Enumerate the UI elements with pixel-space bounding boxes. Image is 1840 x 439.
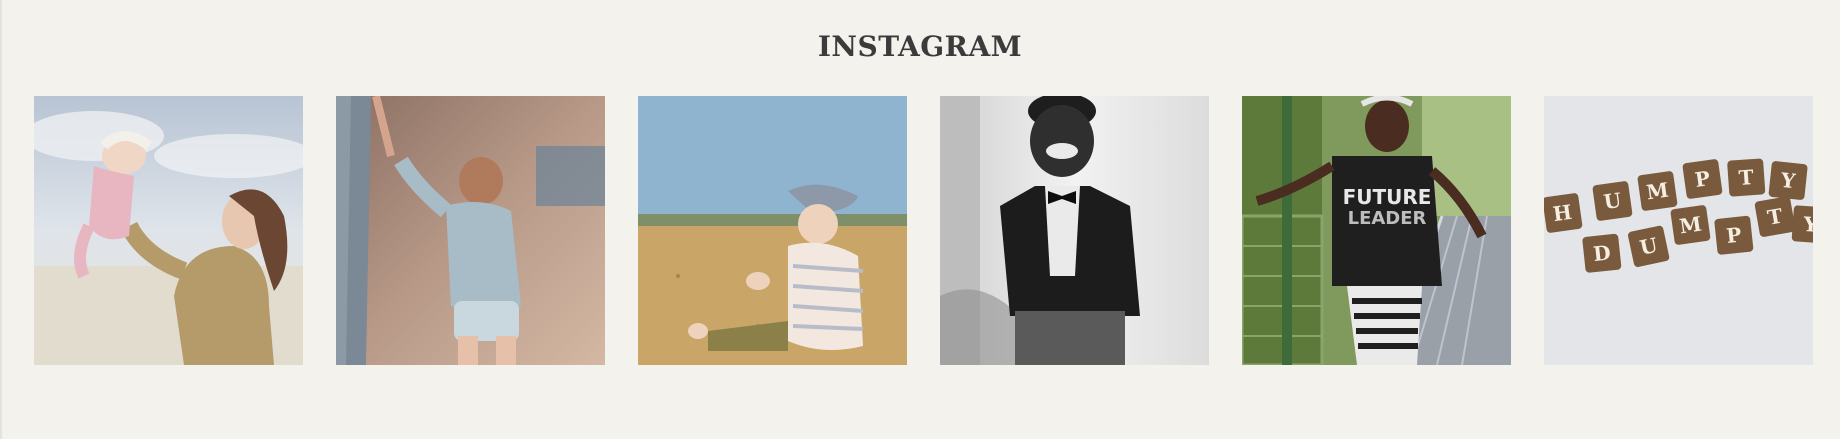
tile-letter: T bbox=[1738, 165, 1755, 190]
tile-letter: Y bbox=[1802, 212, 1813, 237]
section-title: INSTAGRAM bbox=[817, 30, 1023, 63]
instagram-photo-1[interactable] bbox=[34, 96, 303, 365]
shirt-text-line-2: LEADER bbox=[1348, 208, 1427, 229]
photo-baby-sand bbox=[638, 96, 907, 365]
instagram-photo-3[interactable] bbox=[638, 96, 907, 365]
tile-letter: D bbox=[1592, 240, 1612, 266]
photo-girl-future-leader: FUTURE LEADER bbox=[1242, 96, 1511, 365]
tile-letter: M bbox=[1678, 212, 1703, 239]
instagram-photo-4[interactable] bbox=[940, 96, 1209, 365]
tile-letter: P bbox=[1725, 223, 1742, 248]
photo-toddler-walking bbox=[336, 96, 605, 365]
photo-scrabble-humpty-dumpty: H U M P T Y D U M P T Y bbox=[1544, 96, 1813, 365]
instagram-photo-2[interactable] bbox=[336, 96, 605, 365]
instagram-photo-5[interactable]: FUTURE LEADER bbox=[1242, 96, 1511, 365]
tile-letter: M bbox=[1645, 178, 1670, 205]
photo-mother-baby bbox=[34, 96, 303, 365]
instagram-gallery: FUTURE LEADER H U M P T Y D U M P T Y bbox=[34, 96, 1813, 365]
instagram-photo-6[interactable]: H U M P T Y D U M P T Y bbox=[1544, 96, 1813, 365]
page-left-edge bbox=[0, 0, 2, 439]
tile-letter: H bbox=[1551, 200, 1573, 226]
tile-letter: U bbox=[1602, 188, 1623, 214]
shirt-text-line-1: FUTURE bbox=[1343, 185, 1432, 209]
photo-boy-bowtie bbox=[940, 96, 1209, 365]
